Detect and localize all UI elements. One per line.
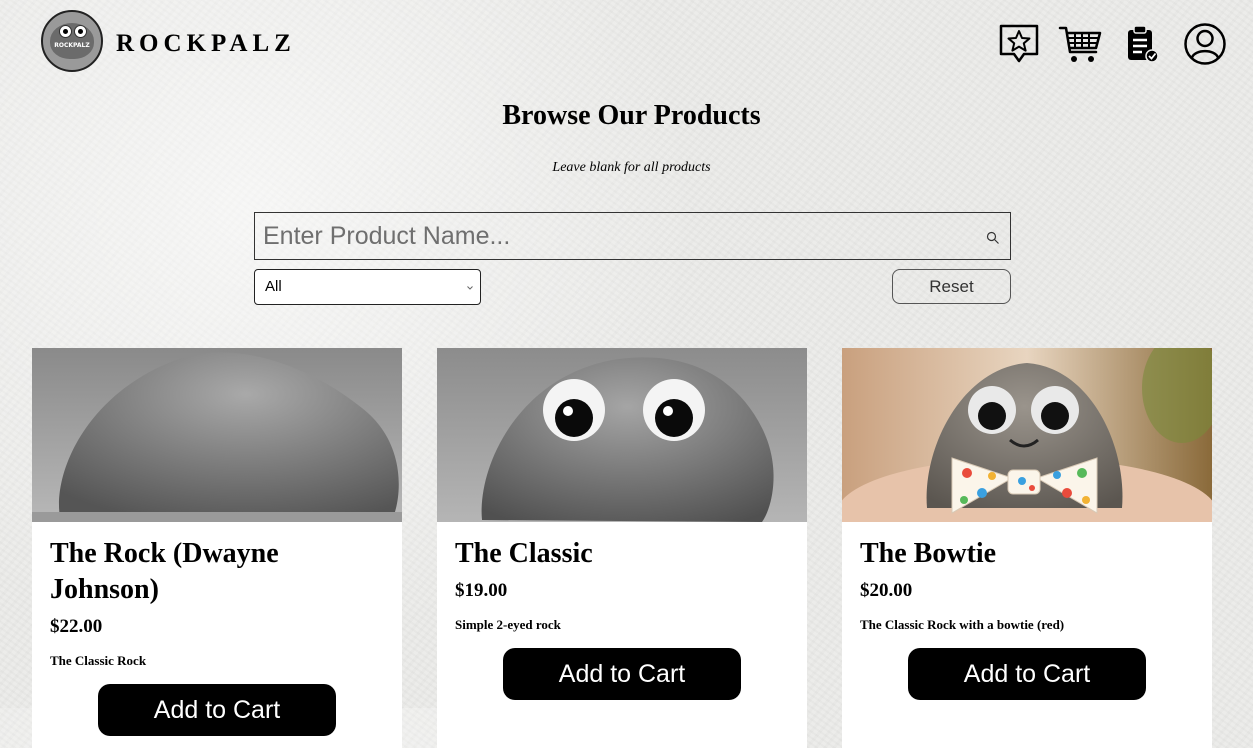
product-name[interactable]: The Rock (Dwayne Johnson) [50, 536, 390, 608]
shopping-cart-icon[interactable] [1058, 22, 1102, 66]
site-header: ROCKPALZ ROCKPALZ [0, 0, 1253, 92]
logo-eye-left [59, 25, 72, 38]
search-box [254, 212, 1011, 260]
product-image [32, 348, 402, 522]
product-image [842, 348, 1212, 522]
add-to-cart-button[interactable]: Add to Cart [503, 648, 741, 700]
product-description: The Classic Rock with a bowtie (red) [860, 617, 1065, 632]
chevron-down-icon [467, 286, 473, 290]
product-name[interactable]: The Classic [455, 536, 795, 572]
page-title: Browse Our Products [502, 100, 761, 131]
logo-eye-right [74, 25, 87, 38]
reset-button[interactable]: Reset [892, 269, 1011, 304]
product-card[interactable]: The Bowtie $20.00 The Classic Rock with … [842, 348, 1212, 748]
search-input[interactable] [255, 213, 973, 259]
product-price: $19.00 [455, 580, 508, 601]
brand-name[interactable]: ROCKPALZ [116, 30, 296, 58]
logo-rock [50, 23, 94, 59]
add-to-cart-button[interactable]: Add to Cart [98, 684, 336, 736]
logo-text: ROCKPALZ [54, 42, 90, 49]
reviews-star-icon[interactable] [997, 22, 1041, 66]
search-hint: Leave blank for all products [552, 160, 711, 175]
product-card[interactable]: The Rock (Dwayne Johnson) $22.00 The Cla… [32, 348, 402, 748]
product-description: The Classic Rock [50, 653, 147, 668]
add-to-cart-button[interactable]: Add to Cart [908, 648, 1146, 700]
product-image [437, 348, 807, 522]
product-card[interactable]: The Classic $19.00 Simple 2-eyed rock Ad… [437, 348, 807, 748]
category-select[interactable]: All [254, 269, 481, 305]
search-icon[interactable] [986, 231, 1000, 245]
orders-clipboard-icon[interactable] [1120, 22, 1164, 66]
product-price: $22.00 [50, 616, 103, 637]
category-select-value: All [265, 278, 282, 295]
brand-logo[interactable]: ROCKPALZ [41, 10, 103, 72]
user-profile-icon[interactable] [1183, 22, 1227, 66]
product-description: Simple 2-eyed rock [455, 617, 561, 632]
product-name[interactable]: The Bowtie [860, 536, 1200, 572]
product-price: $20.00 [860, 580, 913, 601]
